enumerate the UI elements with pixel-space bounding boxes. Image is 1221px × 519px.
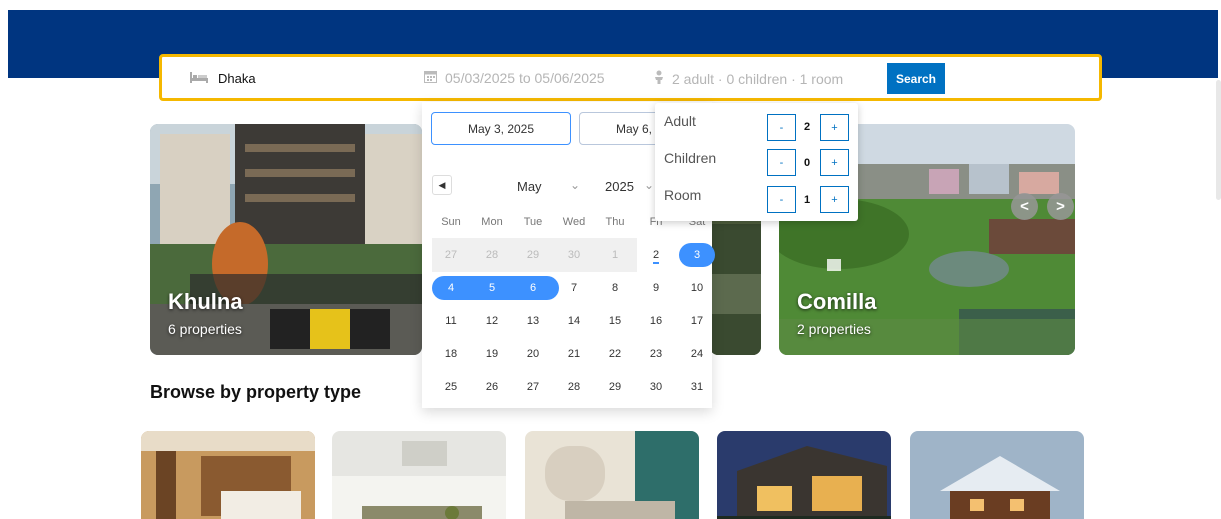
room-count: 1 — [803, 194, 811, 206]
calendar-day[interactable]: 28 — [557, 375, 591, 399]
calendar-day[interactable]: 23 — [639, 342, 673, 366]
calendar-day[interactable]: 9 — [639, 276, 673, 300]
chevron-down-icon: ⌄ — [570, 178, 581, 192]
calendar-day[interactable]: 30 — [557, 243, 591, 267]
city-name: Comilla — [797, 289, 877, 314]
guests-field[interactable]: 2 adult · 0 children · 1 room — [654, 70, 843, 87]
calendar-day[interactable]: 16 — [639, 309, 673, 333]
calendar-day[interactable]: 28 — [475, 243, 509, 267]
year-select[interactable]: 2025 — [605, 179, 634, 194]
calendar-day-today[interactable]: 2 — [639, 243, 673, 267]
calendar-day[interactable]: 20 — [516, 342, 550, 366]
children-increment-button[interactable]: + — [820, 149, 849, 176]
date-range-field[interactable]: 05/03/2025 to 05/06/2025 — [424, 70, 605, 86]
person-icon — [654, 70, 664, 87]
city-property-count: 2 properties — [797, 321, 871, 337]
calendar-day-selected[interactable]: 5 — [475, 276, 509, 300]
calendar-day[interactable]: 27 — [516, 375, 550, 399]
calendar-day-start[interactable]: 3 — [679, 243, 715, 267]
property-type-card[interactable] — [141, 431, 315, 519]
calendar-day[interactable]: 27 — [434, 243, 468, 267]
calendar-day[interactable]: 31 — [680, 375, 714, 399]
weekday-label: Thu — [605, 216, 625, 228]
children-count: 0 — [803, 157, 811, 169]
calendar-day[interactable]: 7 — [557, 276, 591, 300]
calendar-day[interactable]: 25 — [434, 375, 468, 399]
property-type-image — [525, 431, 699, 519]
room-increment-button[interactable]: + — [820, 186, 849, 213]
property-type-image — [332, 431, 506, 519]
calendar-day[interactable]: 17 — [680, 309, 714, 333]
calendar-day[interactable]: 10 — [680, 276, 714, 300]
calendar-day[interactable]: 30 — [639, 375, 673, 399]
destination-value: Dhaka — [218, 71, 256, 86]
prev-month-button[interactable]: ◀ — [432, 175, 452, 195]
search-bar: Dhaka 05/03/2025 to 05/06/2025 2 adult ·… — [159, 54, 1102, 101]
adult-count: 2 — [803, 121, 811, 133]
calendar-day[interactable]: 29 — [516, 243, 550, 267]
calendar-day[interactable]: 19 — [475, 342, 509, 366]
calendar-day[interactable]: 24 — [680, 342, 714, 366]
calendar-day[interactable]: 18 — [434, 342, 468, 366]
weekday-label: Sun — [441, 216, 461, 228]
calendar-day[interactable]: 26 — [475, 375, 509, 399]
calendar-day[interactable]: 29 — [598, 375, 632, 399]
calendar-day[interactable]: 8 — [598, 276, 632, 300]
weekday-label: Mon — [481, 216, 503, 228]
slider-prev-button[interactable]: < — [1011, 193, 1038, 220]
property-type-image — [141, 431, 315, 519]
city-property-count: 6 properties — [168, 321, 242, 337]
calendar-day[interactable]: 14 — [557, 309, 591, 333]
guest-options-panel: Adult - 2 + Children - 0 + Room - 1 + — [655, 103, 858, 221]
weekday-label: Tue — [523, 216, 543, 228]
browse-section-title: Browse by property type — [150, 382, 362, 402]
calendar-day[interactable]: 22 — [598, 342, 632, 366]
calendar-day[interactable]: 1 — [598, 243, 632, 267]
calendar-icon — [424, 70, 437, 86]
property-type-image — [910, 431, 1084, 519]
adult-label: Adult — [664, 113, 696, 129]
search-button[interactable]: Search — [887, 63, 945, 94]
featured-city-card[interactable]: Khulna 6 properties — [150, 124, 422, 355]
calendar-day-end[interactable]: 6 — [516, 276, 550, 300]
date-range-value: 05/03/2025 to 05/06/2025 — [445, 70, 605, 86]
destination-field[interactable]: Dhaka — [190, 71, 256, 86]
guests-summary: 2 adult · 0 children · 1 room — [672, 70, 844, 87]
city-name: Khulna — [168, 289, 243, 314]
calendar-day[interactable]: 13 — [516, 309, 550, 333]
slider-next-button[interactable]: > — [1047, 193, 1074, 220]
start-date-input[interactable]: May 3, 2025 — [431, 112, 571, 145]
calendar-day[interactable]: 15 — [598, 309, 632, 333]
children-label: Children — [664, 150, 717, 166]
room-label: Room — [664, 187, 702, 203]
month-select[interactable]: May — [517, 179, 542, 194]
calendar-day[interactable]: 11 — [434, 309, 468, 333]
adult-decrement-button[interactable]: - — [767, 114, 796, 141]
property-type-card[interactable] — [717, 431, 891, 519]
calendar-day[interactable]: 21 — [557, 342, 591, 366]
chevron-down-icon: ⌄ — [644, 178, 655, 192]
page-scrollbar[interactable] — [1216, 80, 1221, 200]
weekday-label: Wed — [562, 216, 586, 228]
property-type-card[interactable] — [910, 431, 1084, 519]
children-decrement-button[interactable]: - — [767, 149, 796, 176]
adult-increment-button[interactable]: + — [820, 114, 849, 141]
calendar-day[interactable]: 12 — [475, 309, 509, 333]
room-decrement-button[interactable]: - — [767, 186, 796, 213]
calendar-day-number: 2 — [652, 249, 660, 264]
property-type-image — [717, 431, 891, 519]
bed-icon — [190, 71, 208, 86]
property-type-card[interactable] — [525, 431, 699, 519]
calendar-day-selected[interactable]: 4 — [434, 276, 468, 300]
property-type-card[interactable] — [332, 431, 506, 519]
